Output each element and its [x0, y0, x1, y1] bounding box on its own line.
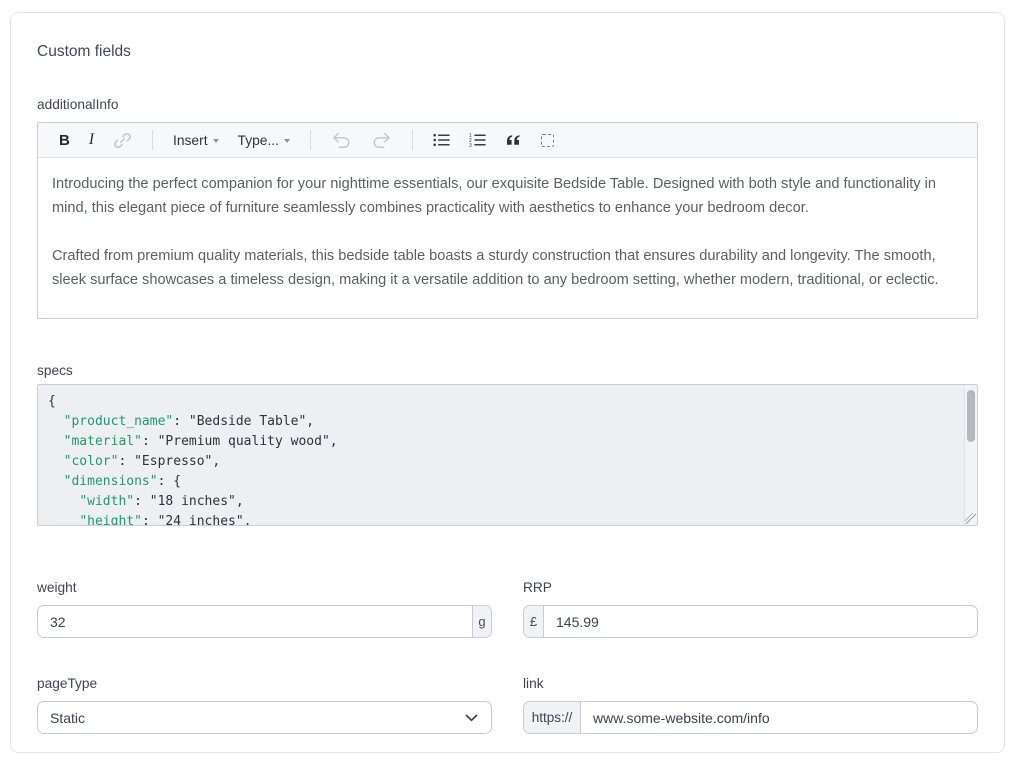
- rrp-input[interactable]: [544, 606, 977, 637]
- weight-input-group: g: [37, 605, 492, 638]
- code-line: "height": "24 inches",: [48, 512, 951, 526]
- richtext-toolbar: B I Insert Type...: [38, 123, 977, 158]
- weight-input[interactable]: [38, 606, 472, 637]
- weight-unit-addon: g: [472, 606, 491, 637]
- richtext-paragraph: Crafted from premium quality materials, …: [52, 244, 963, 292]
- bold-button[interactable]: B: [53, 129, 76, 152]
- link-input[interactable]: [581, 702, 977, 733]
- undo-icon: [331, 132, 352, 149]
- svg-text:3: 3: [469, 143, 472, 147]
- code-line: "product_name": "Bedside Table",: [48, 412, 951, 432]
- link-button[interactable]: [107, 128, 138, 153]
- redo-icon: [371, 132, 392, 149]
- bullet-list-button[interactable]: [427, 130, 456, 150]
- insert-dropdown[interactable]: Insert: [167, 130, 225, 151]
- toolbar-divider: [412, 130, 413, 150]
- code-line: "material": "Premium quality wood",: [48, 432, 951, 452]
- type-dropdown-label: Type...: [238, 133, 279, 148]
- rrp-field: RRP £: [523, 580, 978, 638]
- link-field: link https://: [523, 676, 978, 734]
- weight-field: weight g: [37, 580, 492, 638]
- link-input-group: https://: [523, 701, 978, 734]
- code-line: "color": "Espresso",: [48, 452, 951, 472]
- insert-dropdown-label: Insert: [173, 133, 208, 148]
- scrollbar-track[interactable]: [964, 385, 977, 525]
- container-button[interactable]: [535, 131, 560, 150]
- currency-addon: £: [524, 606, 544, 637]
- chevron-down-icon: [284, 139, 290, 143]
- ordered-list-icon: 1 2 3: [469, 133, 486, 147]
- italic-button[interactable]: I: [83, 128, 100, 152]
- specs-code-editor[interactable]: { "product_name": "Bedside Table", "mate…: [37, 384, 978, 526]
- container-icon: [541, 134, 554, 147]
- specs-label: specs: [37, 363, 978, 378]
- toolbar-divider: [310, 130, 311, 150]
- toolbar-divider: [152, 130, 153, 150]
- resize-grip-icon[interactable]: [965, 513, 976, 524]
- page-type-select-group: Static: [37, 701, 492, 734]
- protocol-addon: https://: [524, 702, 581, 733]
- blockquote-button[interactable]: [499, 131, 528, 149]
- specs-section: specs { "product_name": "Bedside Table",…: [37, 363, 978, 526]
- page-type-field: pageType Static: [37, 676, 492, 734]
- link-icon: [113, 131, 132, 150]
- undo-button[interactable]: [325, 129, 358, 152]
- richtext-editor: B I Insert Type...: [37, 122, 978, 319]
- custom-fields-card: Custom fields additionalInfo B I Insert: [10, 12, 1005, 753]
- redo-button[interactable]: [365, 129, 398, 152]
- card-title: Custom fields: [37, 43, 978, 61]
- additional-info-label: additionalInfo: [37, 97, 978, 112]
- code-line: "dimensions": {: [48, 472, 951, 492]
- blockquote-icon: [505, 134, 522, 146]
- fields-grid: weight g RRP £ pageType Static: [37, 580, 978, 734]
- ordered-list-button[interactable]: 1 2 3: [463, 130, 492, 150]
- specs-code: { "product_name": "Bedside Table", "mate…: [38, 385, 977, 526]
- rrp-label: RRP: [523, 580, 978, 595]
- rrp-input-group: £: [523, 605, 978, 638]
- type-dropdown[interactable]: Type...: [232, 130, 296, 151]
- page-type-select[interactable]: Static: [38, 702, 491, 733]
- unordered-list-icon: [433, 133, 450, 147]
- scrollbar-thumb[interactable]: [967, 390, 975, 442]
- link-label: link: [523, 676, 978, 691]
- page-type-label: pageType: [37, 676, 492, 691]
- chevron-down-icon: [213, 139, 219, 143]
- code-line: {: [48, 392, 951, 412]
- richtext-paragraph: Introducing the perfect companion for yo…: [52, 172, 963, 220]
- weight-label: weight: [37, 580, 492, 595]
- code-line: "width": "18 inches",: [48, 492, 951, 512]
- richtext-content[interactable]: Introducing the perfect companion for yo…: [38, 158, 977, 318]
